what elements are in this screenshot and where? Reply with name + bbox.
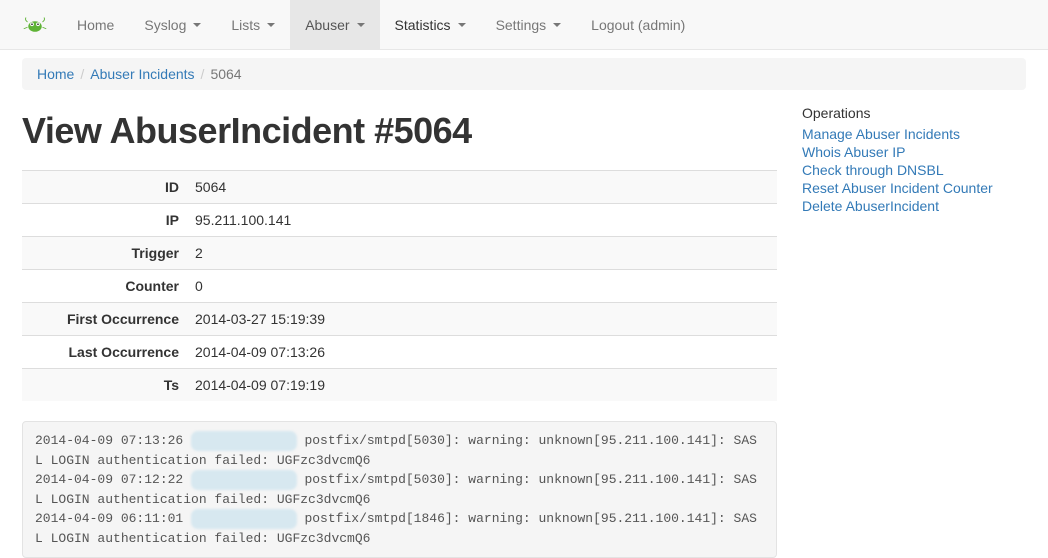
operation-link[interactable]: Reset Abuser Incident Counter	[802, 179, 993, 197]
table-row: Ts2014-04-09 07:19:19	[22, 369, 777, 402]
nav-home[interactable]: Home	[62, 0, 129, 50]
breadcrumb-home[interactable]: Home	[37, 66, 74, 82]
operation-link[interactable]: Whois Abuser IP	[802, 143, 993, 161]
nav-abuser[interactable]: Abuser	[290, 0, 379, 50]
table-row: Trigger2	[22, 237, 777, 270]
breadcrumb-abuser-incidents[interactable]: Abuser Incidents	[90, 66, 194, 82]
value-counter: 0	[187, 270, 777, 303]
label-last: Last Occurrence	[22, 336, 187, 369]
table-row: IP95.211.100.141	[22, 204, 777, 237]
operation-link[interactable]: Delete AbuserIncident	[802, 197, 993, 215]
chevron-down-icon	[193, 23, 201, 27]
value-first: 2014-03-27 15:19:39	[187, 303, 777, 336]
chevron-down-icon	[553, 23, 561, 27]
label-first: First Occurrence	[22, 303, 187, 336]
table-row: Counter0	[22, 270, 777, 303]
log-output: 2014-04-09 07:13:26 xx.x5.1x3.xx postfix…	[22, 421, 777, 558]
nav-syslog[interactable]: Syslog	[129, 0, 216, 50]
label-counter: Counter	[22, 270, 187, 303]
blurred-host: xx.x5.1x3.xx	[191, 470, 297, 490]
table-row: ID5064	[22, 171, 777, 204]
page-title: View AbuserIncident #5064	[22, 110, 777, 152]
chevron-down-icon	[267, 23, 275, 27]
label-id: ID	[22, 171, 187, 204]
table-row: Last Occurrence2014-04-09 07:13:26	[22, 336, 777, 369]
breadcrumb-current: 5064	[195, 66, 242, 82]
chevron-down-icon	[357, 23, 365, 27]
navbar: Home Syslog Lists Abuser Statistics Sett…	[0, 0, 1048, 50]
chevron-down-icon	[458, 23, 466, 27]
value-last: 2014-04-09 07:13:26	[187, 336, 777, 369]
operation-link[interactable]: Check through DNSBL	[802, 161, 993, 179]
blurred-host: xx.x5.1x3.xx	[191, 509, 297, 529]
value-id: 5064	[187, 171, 777, 204]
brand-logo[interactable]	[15, 0, 62, 50]
nav-statistics[interactable]: Statistics	[380, 0, 481, 50]
bug-icon	[23, 16, 47, 34]
table-row: First Occurrence2014-03-27 15:19:39	[22, 303, 777, 336]
blurred-host: xx.x5.1x3.xx	[191, 431, 297, 451]
breadcrumb: Home Abuser Incidents 5064	[22, 58, 1026, 90]
label-ip: IP	[22, 204, 187, 237]
value-trigger: 2	[187, 237, 777, 270]
operation-link[interactable]: Manage Abuser Incidents	[802, 125, 993, 143]
label-ts: Ts	[22, 369, 187, 402]
nav-logout[interactable]: Logout (admin)	[576, 0, 700, 50]
label-trigger: Trigger	[22, 237, 187, 270]
nav-list: Home Syslog Lists Abuser Statistics Sett…	[62, 0, 700, 49]
operations-list: Manage Abuser IncidentsWhois Abuser IPCh…	[802, 125, 993, 215]
detail-table: ID5064 IP95.211.100.141 Trigger2 Counter…	[22, 170, 777, 401]
nav-settings[interactable]: Settings	[481, 0, 577, 50]
value-ip: 95.211.100.141	[187, 204, 777, 237]
nav-lists[interactable]: Lists	[216, 0, 290, 50]
operations-title: Operations	[802, 105, 993, 121]
value-ts: 2014-04-09 07:19:19	[187, 369, 777, 402]
